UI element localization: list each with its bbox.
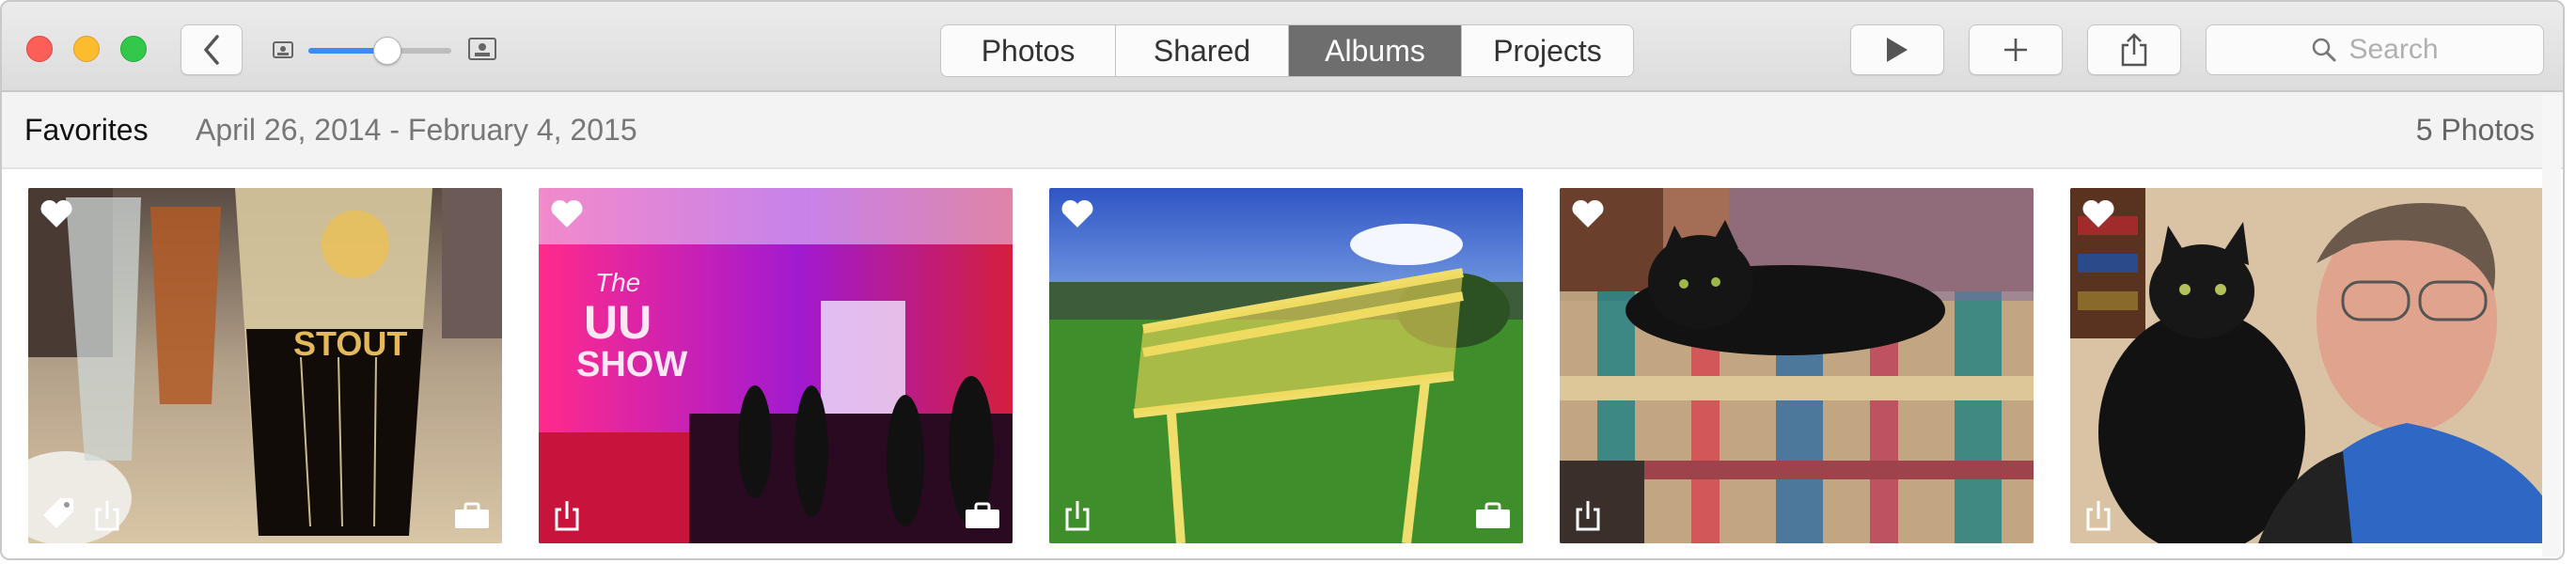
favorite-heart-icon[interactable]	[1060, 199, 1094, 229]
beer-glasses-photo: STOUT	[28, 188, 502, 543]
zoom-slider-thumb[interactable]	[372, 37, 401, 65]
shared-icon	[95, 501, 119, 531]
favorite-heart-icon[interactable]	[2081, 199, 2115, 229]
photo-thumbnail[interactable]	[1049, 188, 1523, 543]
scrollbar[interactable]	[2542, 96, 2561, 556]
svg-text:The: The	[595, 268, 640, 297]
photo-thumbnail[interactable]: STOUT	[28, 188, 502, 543]
zoom-slider[interactable]	[308, 37, 451, 65]
favorite-heart-icon[interactable]	[1571, 199, 1605, 229]
tag-icon	[43, 498, 73, 528]
shared-icon	[555, 501, 579, 531]
add-button[interactable]	[1969, 24, 2063, 75]
search-icon	[2313, 38, 2336, 62]
toolbar: Photos Shared Albums Projects Search	[2, 2, 2563, 92]
play-icon	[1887, 38, 1908, 62]
back-button[interactable]	[181, 24, 243, 75]
tab-albums[interactable]: Albums	[1289, 25, 1462, 76]
favorite-heart-icon[interactable]	[39, 199, 73, 229]
cat-and-man-photo	[2070, 188, 2544, 543]
album-title: Favorites	[24, 113, 149, 147]
slideshow-button[interactable]	[1850, 24, 1944, 75]
album-date-range: April 26, 2014 - February 4, 2015	[196, 113, 637, 147]
photo-count: 5 Photos	[2415, 113, 2535, 147]
small-photo-icon[interactable]	[273, 41, 293, 58]
tab-shared[interactable]: Shared	[1116, 25, 1289, 76]
yellow-bench-photo	[1049, 188, 1523, 543]
stage-show-photo: The UU SHOW	[539, 188, 1013, 543]
favorite-heart-icon[interactable]	[550, 199, 584, 229]
photo-thumbnail[interactable]	[2070, 188, 2544, 543]
toolbox-icon	[455, 502, 489, 528]
chevron-left-icon	[204, 35, 219, 65]
album-header: Favorites April 26, 2014 - February 4, 2…	[2, 92, 2563, 169]
svg-text:UU: UU	[584, 296, 652, 349]
share-icon	[2121, 33, 2147, 67]
svg-text:STOUT: STOUT	[293, 324, 407, 363]
plus-icon	[2004, 39, 2027, 61]
large-photo-icon[interactable]	[468, 38, 496, 60]
black-cat-sofa-photo	[1560, 188, 2034, 543]
tab-projects[interactable]: Projects	[1462, 25, 1633, 76]
toolbox-icon	[966, 502, 999, 528]
toolbox-icon	[1476, 502, 1510, 528]
close-window-button[interactable]	[26, 36, 53, 62]
tab-photos[interactable]: Photos	[941, 25, 1116, 76]
photo-thumbnail[interactable]	[1560, 188, 2034, 543]
search-placeholder: Search	[2348, 34, 2439, 65]
minimize-window-button[interactable]	[73, 36, 100, 62]
svg-text:SHOW: SHOW	[576, 345, 687, 384]
search-field[interactable]: Search	[2206, 24, 2544, 75]
maximize-window-button[interactable]	[120, 36, 147, 62]
share-button[interactable]	[2087, 24, 2181, 75]
shared-icon	[2086, 501, 2111, 531]
photos-window: Photos Shared Albums Projects Search Fav…	[0, 0, 2565, 560]
photo-thumbnail[interactable]: The UU SHOW	[539, 188, 1013, 543]
view-tabs: Photos Shared Albums Projects	[940, 24, 1634, 77]
shared-icon	[1576, 501, 1600, 531]
shared-icon	[1065, 501, 1090, 531]
